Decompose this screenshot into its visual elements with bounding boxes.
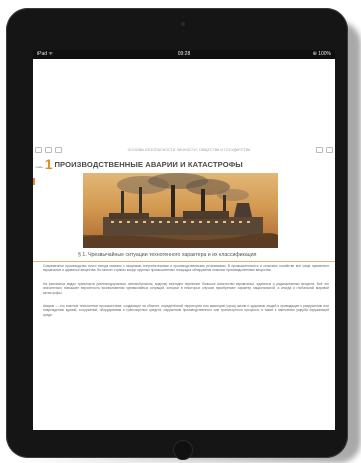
home-button[interactable]	[173, 440, 193, 460]
bookmark-icon[interactable]	[326, 146, 333, 153]
status-time: 09:28	[177, 51, 191, 57]
book-title: ОСНОВЫ БЕЗОПАСНОСТИ ЛИЧНОСТИ, ОБЩЕСТВА И…	[127, 147, 251, 152]
paragraph-1: Современное производство почти всегда св…	[43, 264, 329, 273]
chapter-label: глава	[35, 165, 43, 169]
camera-icon	[181, 22, 185, 26]
chapter-heading: глава 1 ПРОИЗВОДСТВЕННЫЕ АВАРИИ И КАТАСТ…	[35, 155, 333, 171]
section-heading: § 1. Чрезвычайные ситуации техногенного …	[33, 249, 335, 262]
paragraph-2: На различных видах транспорта (железнодо…	[43, 282, 329, 295]
tablet-frame: iPad ᯤ 09:28 ⊕ 100% ОСНОВЫ БЕЗОПАСНОСТИ …	[6, 8, 348, 460]
search-icon[interactable]	[316, 146, 323, 153]
status-bar: iPad ᯤ 09:28 ⊕ 100%	[33, 50, 335, 59]
tablet-screen: iPad ᯤ 09:28 ⊕ 100% ОСНОВЫ БЕЗОПАСНОСТИ …	[33, 50, 335, 430]
reader-toolbar: ОСНОВЫ БЕЗОПАСНОСТИ ЛИЧНОСТИ, ОБЩЕСТВА И…	[33, 145, 335, 154]
paragraph-3: Авария — это опасное техногенное происше…	[43, 304, 329, 317]
pages-icon[interactable]	[55, 146, 62, 153]
status-battery: ⊕ 100%	[312, 51, 331, 57]
chapter-number: 1	[44, 156, 53, 172]
factory-illustration	[83, 173, 278, 248]
chapter-title: ПРОИЗВОДСТВЕННЫЕ АВАРИИ И КАТАСТРОФЫ	[54, 160, 243, 169]
factory-photo	[83, 173, 278, 248]
library-icon[interactable]	[35, 146, 42, 153]
page-edge-marker	[33, 178, 35, 185]
contents-icon[interactable]	[45, 146, 52, 153]
